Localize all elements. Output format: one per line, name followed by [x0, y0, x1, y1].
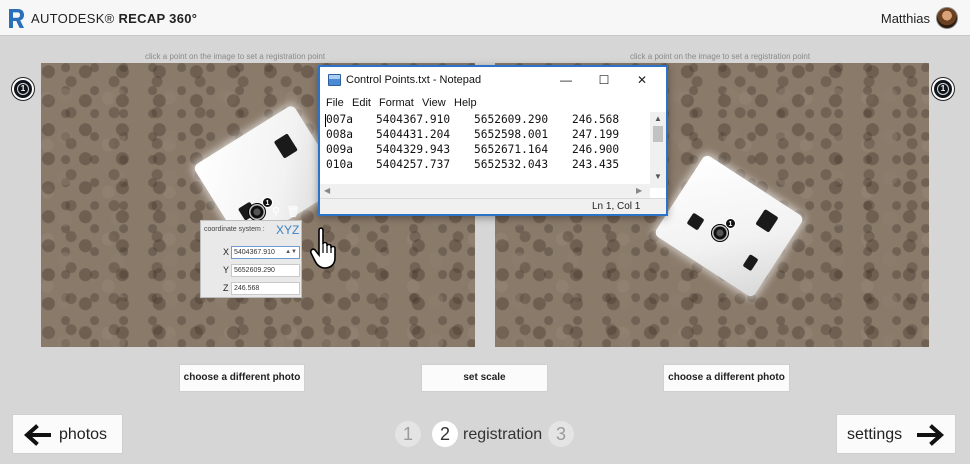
close-icon[interactable]: ✕: [624, 70, 660, 90]
top-bar: AUTODESK® RECAP 360° Matthias: [0, 0, 970, 36]
set-scale-button[interactable]: set scale: [421, 364, 548, 392]
y-label: Y: [223, 265, 230, 275]
arrow-left-icon: [23, 424, 51, 446]
settings-next-button[interactable]: settings: [836, 414, 956, 454]
pin-icon[interactable]: ⚲: [272, 206, 280, 218]
target-hole: [755, 208, 779, 233]
text-line: 007a 5404367.910 5652609.290 246.568: [324, 113, 650, 128]
notepad-status-bar: Ln 1, Col 1: [320, 198, 666, 214]
point-z: 246.568: [572, 113, 620, 126]
point-x: 5404257.737: [376, 158, 451, 171]
notepad-window[interactable]: Control Points.txt - Notepad — ☐ ✕ File …: [318, 65, 668, 216]
photos-back-button[interactable]: photos: [12, 414, 123, 454]
hint-left: click a point on the image to set a regi…: [145, 52, 326, 61]
photos-back-label: photos: [59, 426, 108, 443]
scroll-thumb[interactable]: [653, 126, 663, 142]
x-input[interactable]: 5404367.910 ▲▼: [231, 246, 300, 259]
menu-format[interactable]: Format: [379, 97, 414, 109]
coordinate-system-value[interactable]: XYZ: [276, 223, 299, 237]
spinner-icon[interactable]: ▲▼: [285, 247, 297, 258]
trash-icon[interactable]: 🗑: [286, 206, 300, 218]
settings-next-label: settings: [847, 426, 903, 443]
point-z: 247.199: [572, 128, 620, 141]
text-caret: [325, 114, 326, 127]
choose-different-photo-left-button[interactable]: choose a different photo: [179, 364, 305, 392]
point-id: 007a: [326, 113, 353, 126]
coordinate-panel: coordinate system : XYZ X 5404367.910 ▲▼…: [200, 220, 302, 298]
point-y: 5652598.001: [474, 128, 549, 141]
z-input[interactable]: 246.568: [231, 282, 300, 295]
notepad-title: Control Points.txt - Notepad: [346, 74, 482, 86]
menu-file[interactable]: File: [326, 97, 344, 109]
point-z: 246.900: [572, 143, 620, 156]
right-marker-badge: 1: [725, 218, 736, 229]
step-3[interactable]: 3: [548, 421, 574, 447]
target-hole: [273, 133, 298, 159]
notepad-icon: [328, 74, 341, 86]
step-1[interactable]: 1: [395, 421, 421, 447]
step-2-label: registration: [463, 426, 543, 443]
brand-prefix: AUTODESK®: [31, 11, 115, 26]
point-id: 009a: [326, 143, 353, 156]
right-point-count: 1: [937, 83, 949, 95]
brand-product: RECAP 360°: [118, 11, 198, 26]
left-point-count: 1: [17, 83, 29, 95]
coord-row-x: X 5404367.910 ▲▼: [201, 246, 303, 260]
notepad-menu-bar: File Edit Format View Help: [320, 94, 666, 112]
x-value: 5404367.910: [234, 249, 275, 256]
point-x: 5404329.943: [376, 143, 451, 156]
point-z: 243.435: [572, 158, 620, 171]
cursor-position: Ln 1, Col 1: [592, 201, 641, 212]
menu-view[interactable]: View: [422, 97, 446, 109]
vertical-scrollbar[interactable]: ▲ ▼: [650, 112, 666, 188]
text-line: 008a 5404431.204 5652598.001 247.199: [324, 128, 650, 143]
target-hole: [742, 254, 759, 272]
coord-row-z: Z 246.568: [201, 282, 303, 296]
arrow-right-icon: [917, 424, 945, 446]
brand-title: AUTODESK® RECAP 360°: [31, 11, 197, 26]
choose-different-photo-right-button[interactable]: choose a different photo: [663, 364, 790, 392]
scroll-right-icon[interactable]: ▶: [636, 184, 642, 198]
horizontal-scrollbar[interactable]: ◀ ▶: [320, 184, 650, 198]
point-y: 5652609.290: [474, 113, 549, 126]
right-point-count-badge[interactable]: 1: [932, 78, 954, 100]
notepad-text-area[interactable]: 007a 5404367.910 5652609.290 246.568 008…: [324, 112, 650, 184]
point-y: 5652671.164: [474, 143, 549, 156]
left-point-count-badge[interactable]: 1: [12, 78, 34, 100]
x-label: X: [223, 247, 230, 257]
point-id: 010a: [326, 158, 353, 171]
text-line: 009a 5404329.943 5652671.164 246.900: [324, 143, 650, 158]
point-x: 5404431.204: [376, 128, 451, 141]
text-line: 010a 5404257.737 5652532.043 243.435: [324, 158, 650, 173]
menu-edit[interactable]: Edit: [352, 97, 371, 109]
target-hole: [686, 212, 705, 231]
minimize-icon[interactable]: —: [548, 70, 584, 90]
coord-row-y: Y 5652609.290: [201, 264, 303, 278]
marker-tools: ⚲ 🗑: [272, 205, 306, 218]
recap-logo-icon: [9, 9, 24, 28]
scroll-down-icon[interactable]: ▼: [650, 172, 666, 181]
menu-help[interactable]: Help: [454, 97, 477, 109]
point-x: 5404367.910: [376, 113, 451, 126]
z-label: Z: [223, 283, 229, 293]
notepad-title-bar[interactable]: Control Points.txt - Notepad — ☐ ✕: [320, 67, 666, 93]
avatar[interactable]: [936, 7, 958, 29]
point-id: 008a: [326, 128, 353, 141]
user-name[interactable]: Matthias: [881, 11, 930, 26]
coordinate-system-label: coordinate system :: [204, 226, 265, 233]
point-y: 5652532.043: [474, 158, 549, 171]
step-2[interactable]: 2: [432, 421, 458, 447]
maximize-icon[interactable]: ☐: [586, 70, 622, 90]
scroll-up-icon[interactable]: ▲: [650, 114, 666, 123]
y-input[interactable]: 5652609.290: [231, 264, 300, 277]
scroll-left-icon[interactable]: ◀: [324, 184, 330, 198]
hint-right: click a point on the image to set a regi…: [630, 52, 811, 61]
